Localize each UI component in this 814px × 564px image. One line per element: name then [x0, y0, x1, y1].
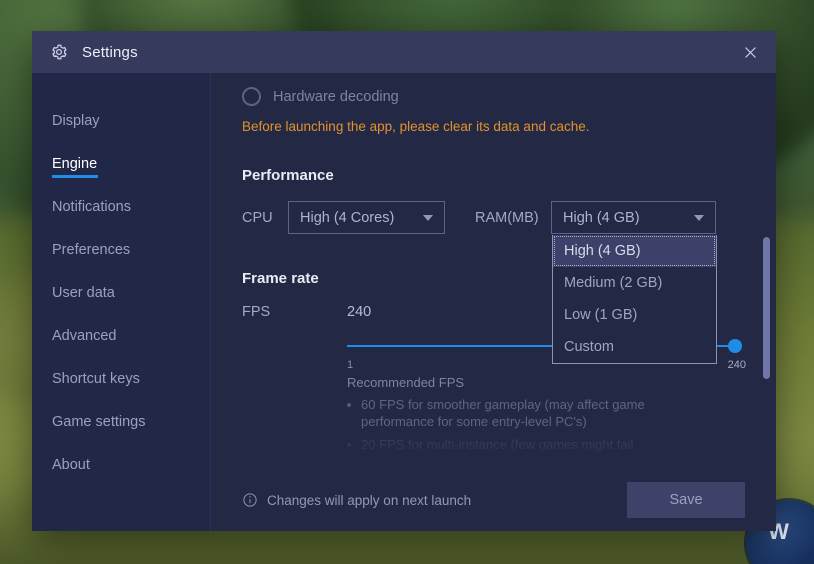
recommended-fps-text: 60 FPS for smoother gameplay (may affect… [361, 396, 667, 430]
sidebar-item-engine[interactable]: Engine [32, 142, 210, 185]
bullet-icon [347, 443, 351, 447]
active-indicator [52, 175, 98, 178]
hardware-decoding-row[interactable]: Hardware decoding [242, 87, 742, 106]
ram-option-label: Low (1 GB) [564, 307, 637, 323]
sidebar-item-notifications[interactable]: Notifications [32, 185, 210, 228]
recommended-fps-text: 20 FPS for multi-instance (few games mig… [361, 436, 633, 453]
dialog-titlebar: Settings [32, 31, 776, 73]
sidebar-item-label: Display [52, 113, 100, 129]
chevron-down-icon [423, 215, 433, 221]
sidebar-item-label: About [52, 457, 90, 473]
sidebar-item-label: Preferences [52, 242, 130, 258]
ram-select-value: High (4 GB) [552, 210, 640, 226]
dialog-body: Display Engine Notifications Preferences… [32, 73, 776, 531]
chevron-down-icon [694, 215, 704, 221]
slider-thumb[interactable] [728, 339, 742, 353]
sidebar-item-advanced[interactable]: Advanced [32, 314, 210, 357]
slider-min-label: 1 [347, 359, 353, 371]
ram-option-label: Custom [564, 339, 614, 355]
content-scrollbar[interactable] [763, 91, 770, 451]
dialog-footer: Changes will apply on next launch Save [211, 469, 776, 531]
recommended-fps-item: 60 FPS for smoother gameplay (may affect… [347, 396, 667, 430]
bullet-icon [347, 403, 351, 407]
performance-heading: Performance [242, 167, 742, 184]
cpu-label: CPU [242, 210, 288, 226]
sidebar-item-label: Advanced [52, 328, 117, 344]
save-button[interactable]: Save [627, 482, 745, 518]
ram-label: RAM(MB) [475, 210, 551, 226]
gear-icon [50, 43, 68, 61]
recommended-fps-title: Recommended FPS [347, 375, 742, 390]
sidebar-item-game-settings[interactable]: Game settings [32, 400, 210, 443]
sidebar-item-label: Engine [52, 156, 97, 172]
scroll-content: Hardware decoding Before launching the a… [242, 73, 742, 453]
footer-note: Changes will apply on next launch [267, 493, 471, 508]
ram-select[interactable]: High (4 GB) High (4 GB) Medium (2 GB) Lo… [551, 201, 716, 234]
slider-max-label: 240 [728, 359, 746, 371]
recommended-fps-block: Recommended FPS 60 FPS for smoother game… [347, 375, 742, 453]
ram-option-medium[interactable]: Medium (2 GB) [553, 267, 716, 299]
ram-dropdown-list[interactable]: High (4 GB) Medium (2 GB) Low (1 GB) Cus… [552, 235, 717, 364]
ram-option-high[interactable]: High (4 GB) [553, 235, 716, 267]
close-icon [742, 44, 759, 61]
settings-dialog: Settings Display Engine Notifications P [32, 31, 776, 531]
fps-label: FPS [242, 303, 347, 320]
recommended-fps-item: 20 FPS for multi-instance (few games mig… [347, 436, 667, 453]
settings-content-panel: Hardware decoding Before launching the a… [211, 73, 776, 531]
ram-option-low[interactable]: Low (1 GB) [553, 299, 716, 331]
sidebar-item-label: Game settings [52, 414, 146, 430]
checkbox-icon[interactable] [242, 87, 261, 106]
sidebar-item-shortcut-keys[interactable]: Shortcut keys [32, 357, 210, 400]
sidebar-item-display[interactable]: Display [32, 99, 210, 142]
scrollbar-thumb[interactable] [763, 237, 770, 379]
sidebar-item-preferences[interactable]: Preferences [32, 228, 210, 271]
settings-sidebar: Display Engine Notifications Preferences… [32, 73, 211, 531]
info-icon [242, 492, 258, 508]
clear-cache-warning: Before launching the app, please clear i… [242, 119, 742, 134]
cpu-select[interactable]: High (4 Cores) [288, 201, 445, 234]
ram-option-label: High (4 GB) [564, 243, 641, 259]
sidebar-item-label: User data [52, 285, 115, 301]
ram-option-label: Medium (2 GB) [564, 275, 662, 291]
dialog-title: Settings [82, 44, 138, 61]
sidebar-item-user-data[interactable]: User data [32, 271, 210, 314]
sidebar-item-label: Notifications [52, 199, 131, 215]
cpu-select-value: High (4 Cores) [289, 210, 394, 226]
performance-controls-row: CPU High (4 Cores) RAM(MB) High (4 GB) H… [242, 201, 742, 234]
close-button[interactable] [724, 31, 776, 73]
sidebar-item-label: Shortcut keys [52, 371, 140, 387]
ram-option-custom[interactable]: Custom [553, 331, 716, 363]
sidebar-item-about[interactable]: About [32, 443, 210, 486]
hardware-decoding-label: Hardware decoding [273, 89, 399, 105]
